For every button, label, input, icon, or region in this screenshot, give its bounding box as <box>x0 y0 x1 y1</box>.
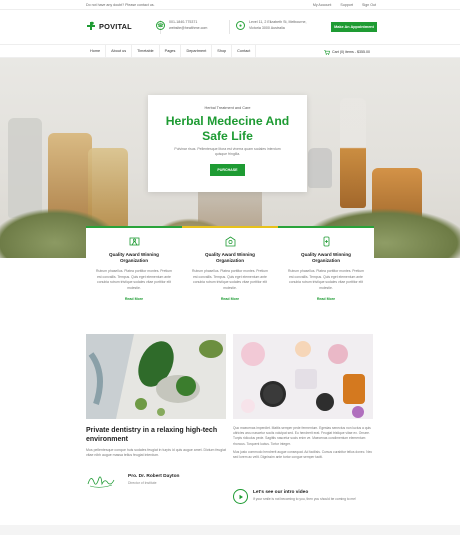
top-bar: Do not have any doubt? Please contact us… <box>0 0 460 10</box>
top-links: My Account Support Sign Out <box>313 3 376 7</box>
feature-text: Rutrum phasellus. Platea porttitor monte… <box>96 269 172 290</box>
info-paragraph-2: Mus justo commodo hendrerit augue conseq… <box>233 449 373 460</box>
nav-item-home[interactable]: Home <box>86 45 107 58</box>
nav-item-shop[interactable]: Shop <box>212 45 233 58</box>
cosmetics-image <box>233 334 373 419</box>
location-pin-icon: ● <box>236 21 245 30</box>
hero-card: Herbal Treatment and Care Herbal Medecin… <box>148 95 307 192</box>
medicine-icon <box>323 236 329 247</box>
leaf-logo-icon <box>87 21 95 30</box>
header: POVITAL ☎ 001-1840-775371 website@health… <box>0 10 460 44</box>
play-button[interactable] <box>233 489 248 504</box>
hero-description: Pulvinar risus. Pellentesque litora est … <box>174 147 281 156</box>
address-contact: ● Level 11, 2 Elizabeth St, Melbourne, V… <box>236 20 306 31</box>
read-more-link[interactable]: Read More <box>86 297 182 301</box>
cart[interactable]: Cart (0) items - $355.00 <box>324 49 370 55</box>
top-notice: Do not have any doubt? Please contact us… <box>86 3 155 7</box>
nav-item-timetable[interactable]: Timetable <box>132 45 160 58</box>
video-title: Let's see our intro video <box>253 490 309 495</box>
herbs-photo <box>86 334 226 419</box>
about-heading: Private dentistry in a relaxing high-tec… <box>86 427 218 443</box>
cosmetics-photo <box>233 334 373 419</box>
award-icon <box>129 237 139 246</box>
bottle-image <box>308 148 332 188</box>
info-paragraph-1: Quo maecenas imperdiet. Mattis semper pe… <box>233 426 371 446</box>
logo[interactable]: POVITAL <box>86 21 132 31</box>
feature-title: Quality Award Winning Organization <box>205 252 255 263</box>
feature-card: Quality Award Winning Organization Rutrum… <box>182 226 278 312</box>
play-icon <box>239 494 243 499</box>
address-line-2: Victoria 3000 Australia <box>249 25 285 30</box>
nav-item-contact[interactable]: Contact <box>232 45 257 58</box>
phone-contact: ☎ 001-1840-775371 website@healthme.com <box>156 20 207 31</box>
make-appointment-button[interactable]: Make An Appointment <box>331 22 377 32</box>
my-account-link[interactable]: My Account <box>313 3 332 7</box>
nav-item-pages[interactable]: Pages <box>160 45 182 58</box>
logo-text: POVITAL <box>99 21 132 31</box>
feature-text: Rutrum phasellus. Platea porttitor monte… <box>192 269 268 290</box>
feature-card: Quality Award Winning Organization Rutrum… <box>86 226 182 312</box>
intro-video: Let's see our intro video If your smile … <box>233 489 373 504</box>
author: Pro. Dr. Robert Dayton Director of Insti… <box>128 474 179 485</box>
about-section: Private dentistry in a relaxing high-tec… <box>86 426 226 488</box>
feature-cards: Quality Award Winning Organization Rutrum… <box>86 226 374 312</box>
sign-out-link[interactable]: Sign Out <box>362 3 376 7</box>
feature-card: Quality Award Winning Organization Rutrum… <box>278 226 374 312</box>
feature-title: Quality Award Winning Organization <box>109 252 159 263</box>
author-name: Pro. Dr. Robert Dayton <box>128 474 180 479</box>
purchase-button[interactable]: PURCHASE <box>210 164 245 176</box>
contact-email: website@healthme.com <box>169 25 208 30</box>
support-link[interactable]: Support <box>340 3 353 7</box>
hero-kicker: Herbal Treatment and Care <box>204 106 251 110</box>
footer-strip <box>0 525 460 535</box>
about-text: Mus pellentesque conque huis sodales feu… <box>86 448 226 458</box>
info-section: Quo maecenas imperdiet. Mattis semper pe… <box>233 426 373 504</box>
signature-image <box>87 476 115 488</box>
read-more-link[interactable]: Read More <box>182 297 278 301</box>
nav-item-about[interactable]: About us <box>106 45 133 58</box>
bottle-image <box>8 118 42 218</box>
cart-icon <box>324 49 330 55</box>
main-nav: Home About us Timetable Pages Department… <box>0 44 460 58</box>
organization-icon <box>225 236 235 247</box>
feature-text: Rutrum phasellus. Platea porttitor monte… <box>288 269 364 290</box>
feature-title: Quality Award Winning Organization <box>301 252 351 263</box>
phone-icon: ☎ <box>156 21 165 30</box>
bottle-image <box>340 98 366 208</box>
author-role: Director of Institute <box>128 481 157 485</box>
address-line-1: Level 11, 2 Elizabeth St, Melbourne, <box>249 20 307 24</box>
cart-label: Cart (0) items - $355.00 <box>332 50 370 54</box>
nav-item-department[interactable]: Department <box>181 45 213 58</box>
read-more-link[interactable]: Read More <box>278 297 374 301</box>
herbal-mortar-image <box>86 334 226 419</box>
hero-title: Herbal Medecine And Safe Life <box>165 114 290 143</box>
video-description: If your smile is not becoming to you, th… <box>253 497 356 501</box>
